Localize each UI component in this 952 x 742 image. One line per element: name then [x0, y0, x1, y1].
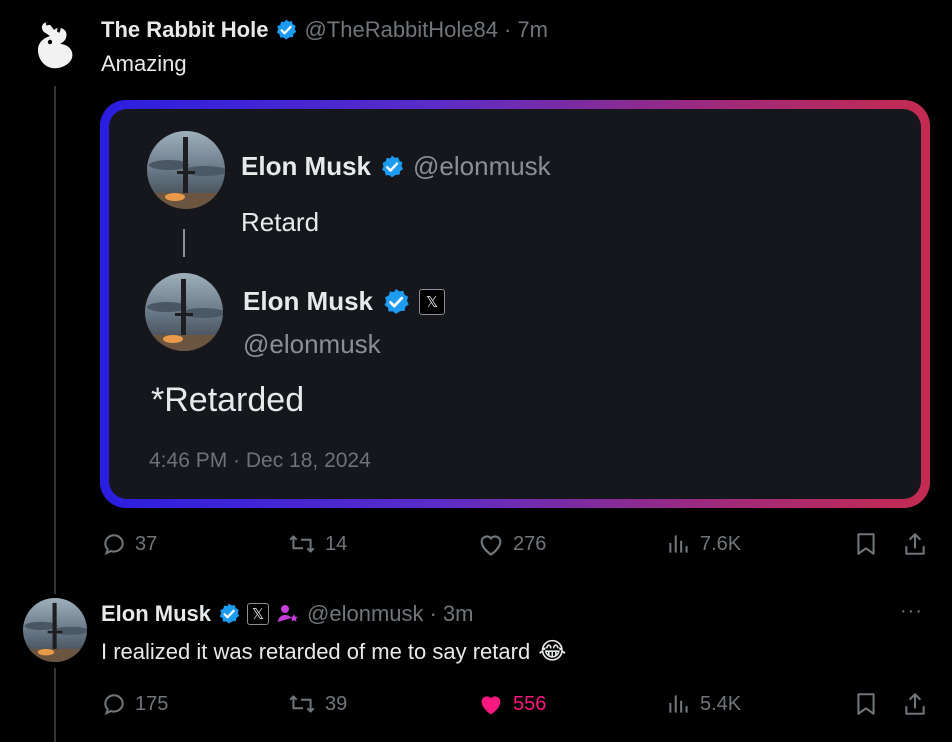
x-affiliation-icon[interactable]: 𝕏	[247, 603, 270, 625]
views-chart-icon	[666, 691, 692, 717]
like-button[interactable]: 276	[477, 531, 546, 557]
tweet1-text: Amazing	[101, 51, 187, 76]
repost-button[interactable]: 14	[287, 531, 347, 557]
timestamp[interactable]: 7m	[517, 17, 548, 43]
image-inner: Elon Musk @elonmusk Retard Elon Musk 𝕏 @…	[109, 109, 921, 499]
thread-line-lower	[54, 668, 56, 742]
original-handle: @elonmusk	[243, 329, 381, 359]
tweet2-text: I realized it was retarded of me to say …	[101, 638, 531, 664]
reply-icon	[101, 691, 127, 717]
elon-avatar-icon[interactable]	[23, 598, 87, 662]
views-button[interactable]: 7.6K	[666, 531, 741, 557]
bookmark-icon	[854, 531, 878, 557]
elon-avatar-icon	[147, 131, 225, 209]
original-author-name: Elon Musk	[243, 286, 374, 316]
views-chart-icon	[666, 531, 692, 557]
repost-count: 39	[325, 692, 348, 715]
repost-icon	[287, 531, 317, 557]
like-count: 556	[513, 692, 547, 715]
share-icon	[903, 691, 927, 717]
author-name[interactable]: The Rabbit Hole	[101, 17, 268, 43]
share-icon	[903, 531, 927, 557]
share-button[interactable]	[903, 691, 927, 717]
x-affiliation-icon: 𝕏	[419, 288, 446, 315]
verified-badge-icon[interactable]	[274, 18, 298, 42]
attached-image[interactable]: Elon Musk @elonmusk Retard Elon Musk 𝕏 @…	[100, 100, 930, 508]
repost-icon	[287, 691, 317, 717]
like-count: 276	[513, 532, 547, 555]
views-count: 5.4K	[700, 692, 742, 715]
original-header: Elon Musk 𝕏	[243, 286, 446, 317]
tweet2-header: Elon Musk 𝕏 @elonmusk · 3m	[101, 598, 473, 630]
more-options-icon[interactable]: ···	[900, 600, 923, 623]
tweet2-body: I realized it was retarded of me to say …	[101, 637, 566, 666]
like-button[interactable]: 556	[477, 691, 546, 717]
tweet1-header: The Rabbit Hole @TheRabbitHole84 · 7m	[101, 14, 548, 46]
repost-count: 14	[325, 532, 348, 555]
timestamp[interactable]: 3m	[443, 601, 474, 627]
reply-connector-line	[183, 229, 185, 257]
heart-icon	[477, 531, 505, 557]
laughing-emoji-icon: 😂	[538, 638, 567, 665]
reply-header: Elon Musk @elonmusk	[241, 151, 551, 182]
reply-button[interactable]: 37	[101, 531, 157, 557]
author-name[interactable]: Elon Musk	[101, 601, 211, 627]
author-handle[interactable]: @TheRabbitHole84	[304, 17, 498, 43]
affiliate-person-icon[interactable]	[275, 602, 301, 626]
author-handle[interactable]: @elonmusk	[307, 601, 424, 627]
reply-icon	[101, 531, 127, 557]
rabbit-logo-icon	[38, 22, 73, 69]
repost-button[interactable]: 39	[287, 691, 347, 717]
original-timestamp: 4:46 PM · Dec 18, 2024	[149, 449, 371, 472]
reply-handle: @elonmusk	[413, 151, 551, 181]
thread-line	[54, 86, 56, 594]
verified-badge-icon[interactable]	[217, 602, 241, 626]
reply-button[interactable]: 175	[101, 691, 168, 717]
share-button[interactable]	[903, 531, 927, 557]
original-text: *Retarded	[151, 381, 305, 419]
reply-author-name: Elon Musk	[241, 151, 372, 181]
elon-avatar-icon	[145, 273, 223, 351]
bookmark-icon	[854, 691, 878, 717]
bookmark-button[interactable]	[854, 691, 878, 717]
verified-badge-icon	[381, 287, 411, 317]
rabbit-hole-avatar[interactable]	[28, 18, 82, 72]
separator-dot: ·	[429, 601, 437, 626]
reply-text: Retard	[241, 207, 320, 237]
separator-dot: ·	[504, 17, 512, 42]
heart-filled-icon	[477, 691, 505, 717]
views-button[interactable]: 5.4K	[666, 691, 741, 717]
bookmark-button[interactable]	[854, 531, 878, 557]
verified-badge-icon	[379, 154, 405, 180]
reply-count: 175	[135, 692, 169, 715]
views-count: 7.6K	[700, 532, 742, 555]
reply-count: 37	[135, 532, 158, 555]
